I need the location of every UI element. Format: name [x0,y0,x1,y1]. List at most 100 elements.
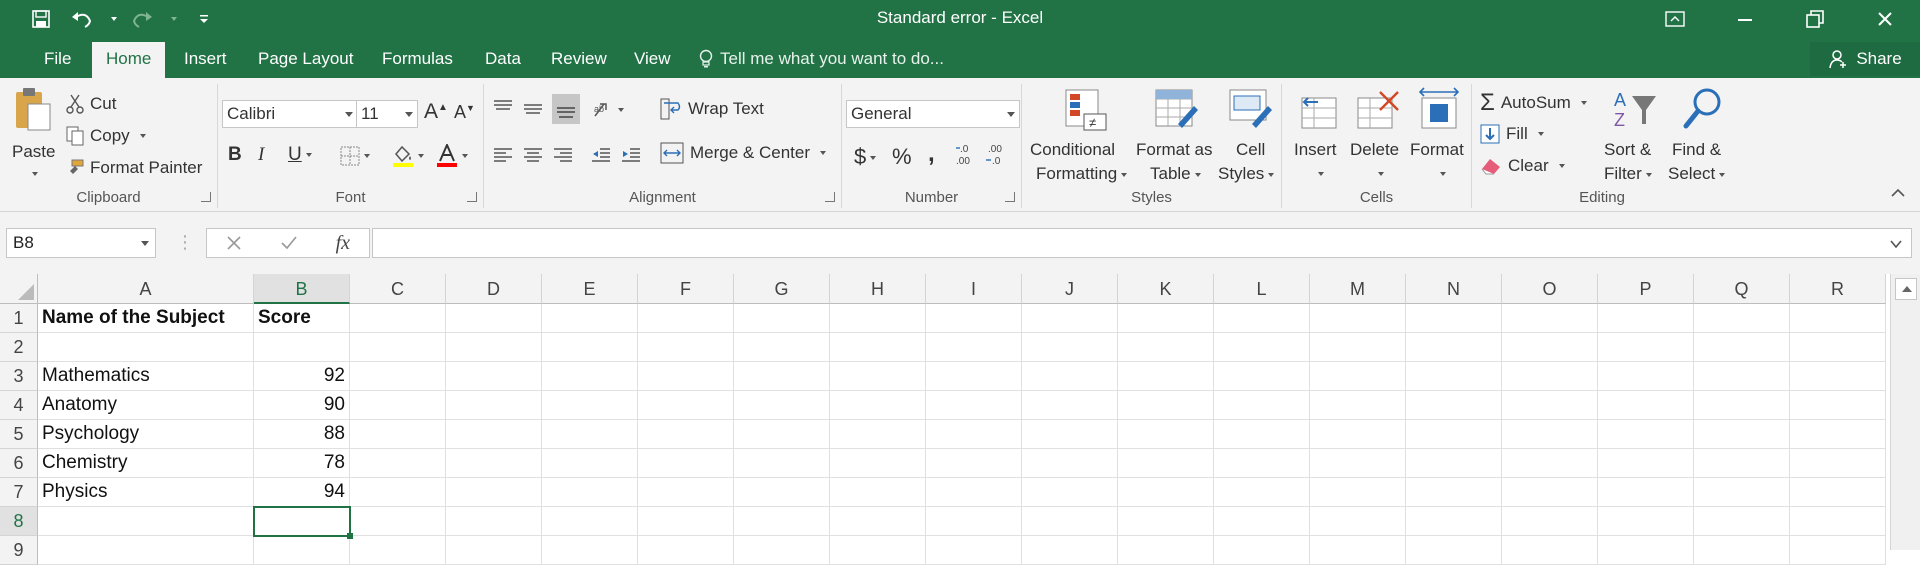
grid-cell[interactable] [38,333,254,362]
grid-cell[interactable] [1502,420,1598,449]
grid-cell[interactable] [350,391,446,420]
grid-cell[interactable] [446,478,542,507]
grid-cell[interactable] [1310,449,1406,478]
grid-cell[interactable] [926,362,1022,391]
delete-cells-button[interactable]: Delete [1350,84,1406,188]
row-header-5[interactable]: 5 [0,420,38,449]
vertical-scrollbar[interactable] [1890,274,1920,550]
grid-cell[interactable] [638,536,734,565]
grid-cell[interactable] [38,536,254,565]
grid-cell[interactable] [926,449,1022,478]
grid-cell[interactable] [1694,536,1790,565]
grid-cell[interactable] [1694,304,1790,333]
grid-cell[interactable] [1502,333,1598,362]
format-painter-button[interactable]: Format Painter [66,156,202,180]
grid-cell[interactable] [1694,362,1790,391]
column-header-g[interactable]: G [734,274,830,304]
grid-cell[interactable] [446,362,542,391]
grid-cell[interactable] [926,536,1022,565]
grid-cell[interactable] [1790,478,1886,507]
grid-cell[interactable] [734,420,830,449]
grid-cell[interactable] [926,391,1022,420]
column-header-l[interactable]: L [1214,274,1310,304]
grid-cell[interactable] [1118,478,1214,507]
row-header-1[interactable]: 1 [0,304,38,333]
column-header-r[interactable]: R [1790,274,1886,304]
grid-cell[interactable] [1502,507,1598,536]
grid-cell[interactable] [734,478,830,507]
grid-cell[interactable] [542,536,638,565]
grid-cell[interactable] [1118,362,1214,391]
column-header-d[interactable]: D [446,274,542,304]
grid-cell[interactable] [446,536,542,565]
grid-cell[interactable] [446,391,542,420]
column-header-b[interactable]: B [254,274,350,304]
grid-cell[interactable] [638,420,734,449]
grid-cell[interactable] [1118,420,1214,449]
grid-cell[interactable] [1790,536,1886,565]
grid-cell[interactable] [830,536,926,565]
grid-cell[interactable] [638,507,734,536]
grid-cell[interactable] [1694,449,1790,478]
cell-a7[interactable]: Physics [38,478,254,507]
grid-cell[interactable] [1310,304,1406,333]
find-select-button[interactable]: Find & Select [1668,84,1732,188]
grid-cell[interactable] [350,304,446,333]
row-header-4[interactable]: 4 [0,391,38,420]
grid-cell[interactable] [446,507,542,536]
grid-cell[interactable] [1406,478,1502,507]
grid-cell[interactable] [1598,391,1694,420]
collapse-ribbon-button[interactable] [1890,185,1906,203]
fill-button[interactable]: Fill [1480,124,1544,144]
row-header-7[interactable]: 7 [0,478,38,507]
grid-cell[interactable] [542,449,638,478]
grid-cell[interactable] [1406,362,1502,391]
paste-button[interactable]: Paste [8,84,58,184]
grid-cell[interactable] [1310,391,1406,420]
grid-cell[interactable] [1118,391,1214,420]
grid-cell[interactable] [446,449,542,478]
grid-cell[interactable] [1214,333,1310,362]
cell-b5[interactable]: 88 [254,420,350,449]
column-header-m[interactable]: M [1310,274,1406,304]
grid-cell[interactable] [1214,362,1310,391]
alignment-launcher-icon[interactable] [825,192,835,202]
tab-review[interactable]: Review [537,42,621,78]
grid-cell[interactable] [638,304,734,333]
align-left-icon[interactable] [492,146,514,166]
tab-data[interactable]: Data [471,42,535,78]
grid-cell[interactable] [1118,304,1214,333]
grid-cell[interactable] [1502,536,1598,565]
formula-input[interactable] [372,228,1912,258]
grid-cell[interactable] [1310,420,1406,449]
cancel-icon[interactable] [226,235,242,251]
cell-b7[interactable]: 94 [254,478,350,507]
grid-cell[interactable] [1214,507,1310,536]
align-right-icon[interactable] [552,146,574,166]
tab-home[interactable]: Home [92,42,166,78]
row-header-8[interactable]: 8 [0,507,38,536]
grid-cell[interactable] [1790,449,1886,478]
clipboard-launcher-icon[interactable] [201,192,211,202]
restore-button[interactable] [1780,0,1850,38]
grid-cell[interactable] [1694,391,1790,420]
grid-cell[interactable] [542,333,638,362]
grid-cell[interactable] [830,362,926,391]
number-launcher-icon[interactable] [1005,192,1015,202]
decrease-decimal-button[interactable]: .00.0 [984,142,1010,173]
grid-cell[interactable] [1598,449,1694,478]
grow-font-button[interactable]: A▲ [424,100,448,124]
select-all-button[interactable] [0,274,38,304]
worksheet-grid[interactable]: ABCDEFGHIJKLMNOPQR 123456789 Name of the… [0,274,1920,565]
row-header-3[interactable]: 3 [0,362,38,391]
grid-cell[interactable] [1598,333,1694,362]
insert-cells-button[interactable]: Insert [1294,84,1346,188]
grid-cell[interactable] [1790,333,1886,362]
scroll-up-button[interactable] [1895,278,1917,300]
cell-b4[interactable]: 90 [254,391,350,420]
grid-cell[interactable] [1310,333,1406,362]
grid-cell[interactable] [1598,304,1694,333]
increase-indent-icon[interactable] [620,146,642,166]
underline-button[interactable]: U [288,144,312,166]
close-button[interactable] [1850,0,1920,38]
